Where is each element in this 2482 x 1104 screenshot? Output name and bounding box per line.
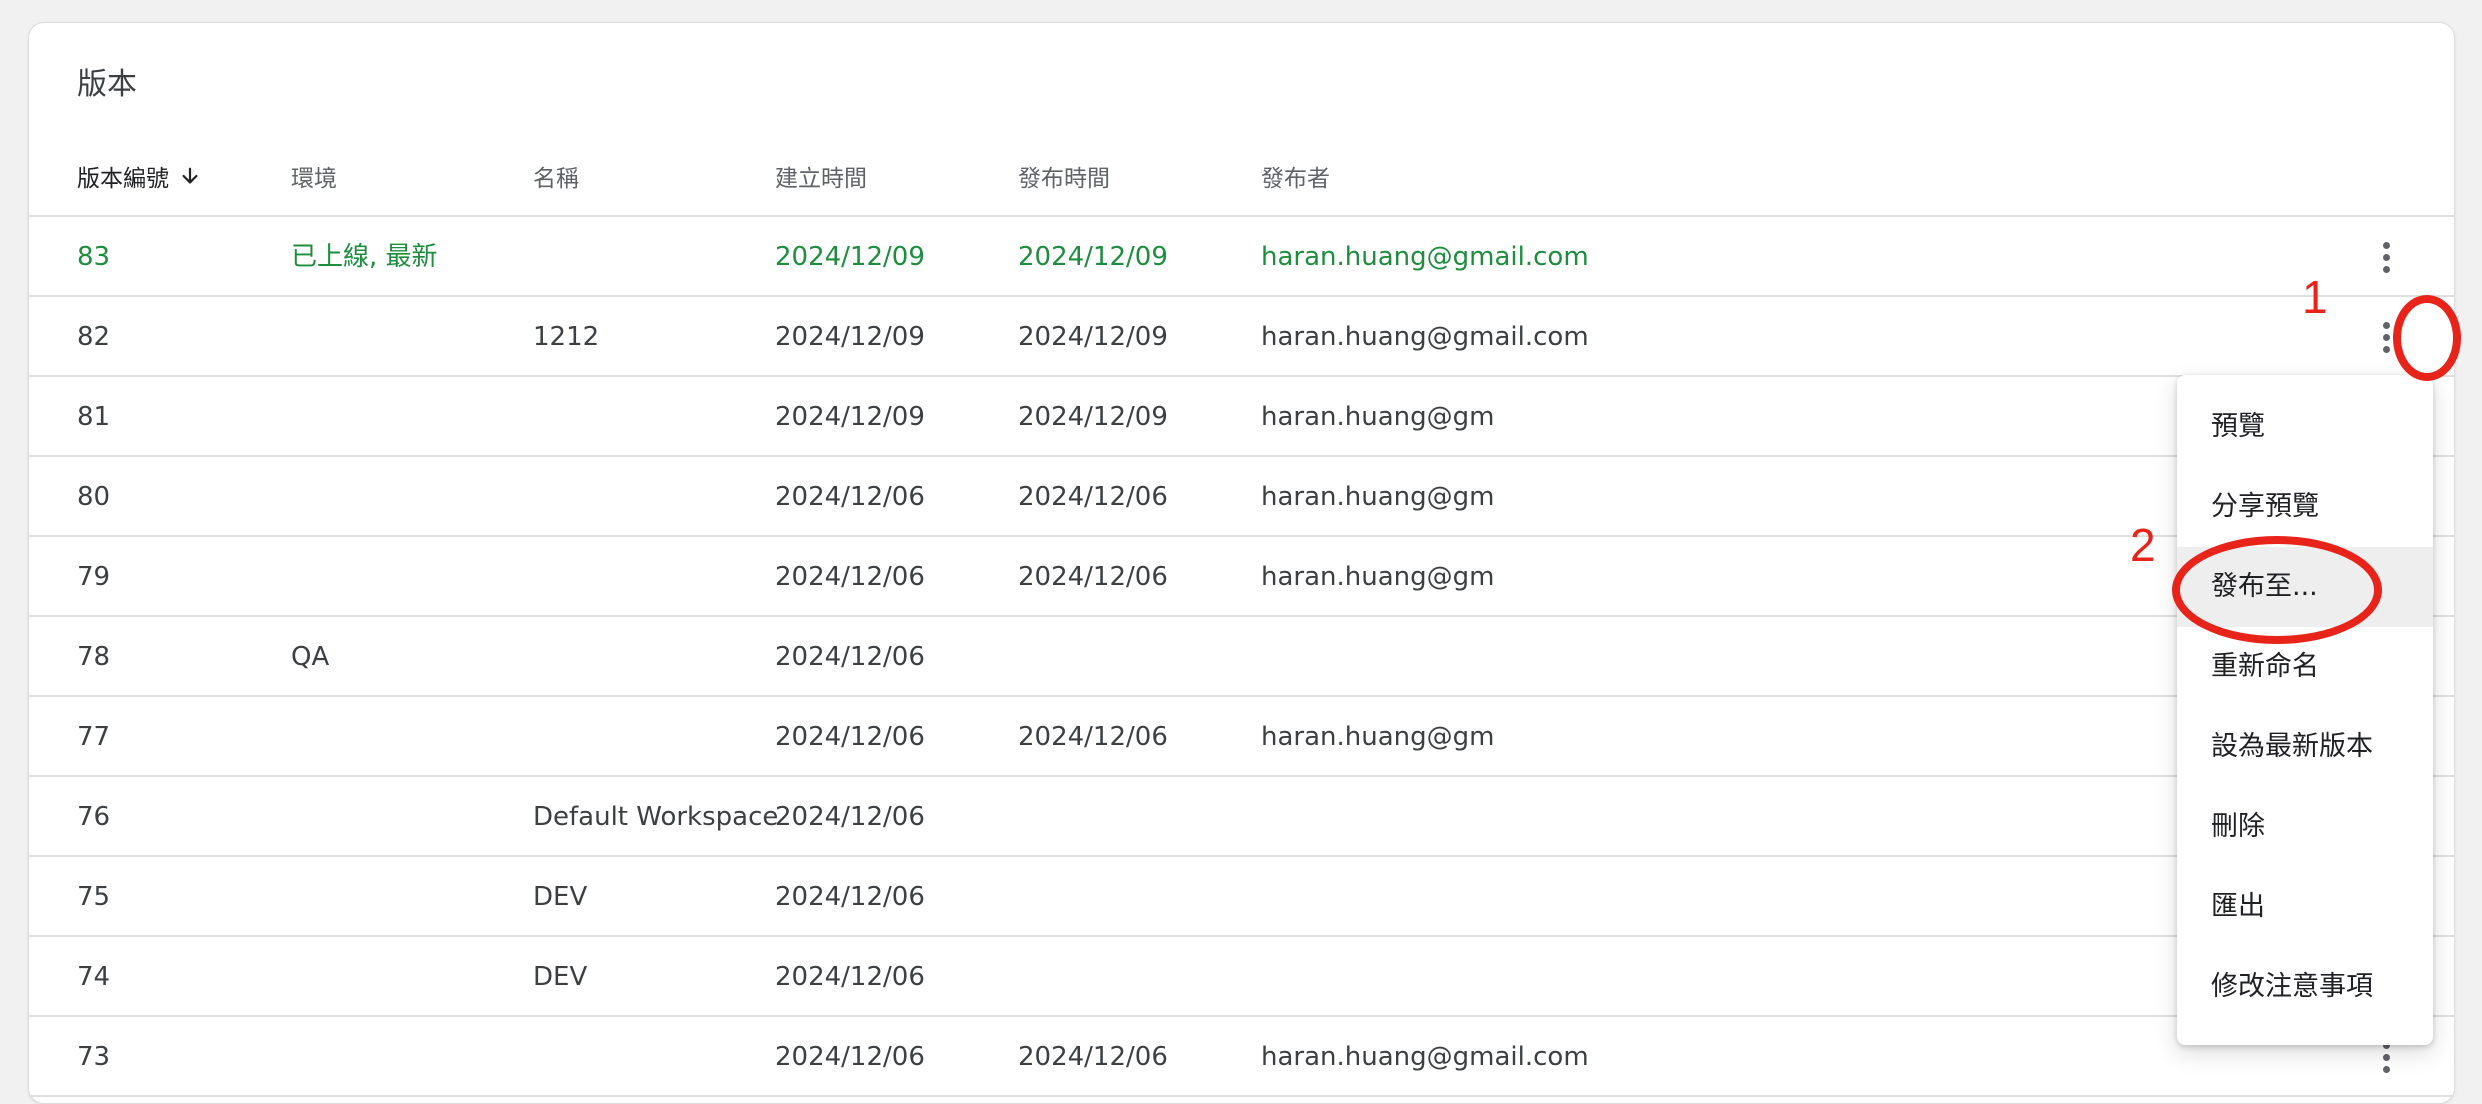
cell-publisher: haran.huang@gm: [1261, 402, 1495, 432]
table-row[interactable]: 77 2024/12/06 2024/12/06 haran.huang@gm: [29, 697, 2454, 777]
cell-publisher: haran.huang@gmail.com: [1261, 1042, 1589, 1072]
cell-version: 82: [77, 322, 111, 352]
column-header-publisher[interactable]: 發布者: [1261, 159, 1330, 199]
cell-published: 2024/12/09: [1018, 322, 1168, 352]
menu-item-publish-to[interactable]: 發布至...: [2177, 547, 2433, 627]
cell-env: 已上線, 最新: [291, 242, 438, 272]
cell-version: 81: [77, 402, 111, 432]
section-title: 版本: [77, 67, 137, 102]
cell-version: 77: [77, 722, 111, 752]
cell-publisher: haran.huang@gm: [1261, 482, 1495, 512]
menu-item-edit-notes[interactable]: 修改注意事項: [2177, 947, 2433, 1027]
arrow-down-icon: [179, 160, 201, 200]
more-vert-icon[interactable]: [2366, 317, 2406, 357]
cell-created: 2024/12/09: [775, 402, 925, 432]
menu-item-export[interactable]: 匯出: [2177, 867, 2433, 947]
cell-publisher: haran.huang@gm: [1261, 562, 1495, 592]
cell-version: 74: [77, 962, 111, 992]
cell-created: 2024/12/06: [775, 722, 925, 752]
cell-created: 2024/12/06: [775, 482, 925, 512]
menu-item-delete[interactable]: 刪除: [2177, 787, 2433, 867]
cell-published: 2024/12/09: [1018, 242, 1168, 272]
cell-created: 2024/12/06: [775, 642, 925, 672]
cell-created: 2024/12/06: [775, 962, 925, 992]
table-row[interactable]: 79 2024/12/06 2024/12/06 haran.huang@gm: [29, 537, 2454, 617]
column-header-version[interactable]: 版本編號: [77, 159, 201, 199]
cell-created: 2024/12/06: [775, 882, 925, 912]
cell-created: 2024/12/09: [775, 242, 925, 272]
table-row[interactable]: 75 DEV 2024/12/06: [29, 857, 2454, 937]
table-row[interactable]: 83 已上線, 最新 2024/12/09 2024/12/09 haran.huang…: [29, 217, 2454, 297]
cell-created: 2024/12/06: [775, 562, 925, 592]
cell-created: 2024/12/06: [775, 1042, 925, 1072]
table-row[interactable]: 73 2024/12/06 2024/12/06 haran.huang@gmail.…: [29, 1017, 2454, 1097]
cell-name: DEV: [533, 962, 588, 992]
table-row[interactable]: 80 2024/12/06 2024/12/06 haran.huang@gm: [29, 457, 2454, 537]
cell-published: 2024/12/06: [1018, 722, 1168, 752]
table-row[interactable]: 82 1212 2024/12/09 2024/12/09 haran.huang@gm…: [29, 297, 2454, 377]
cell-published: 2024/12/06: [1018, 482, 1168, 512]
column-header-env[interactable]: 環境: [291, 159, 337, 199]
menu-item-set-latest[interactable]: 設為最新版本: [2177, 707, 2433, 787]
column-header-published[interactable]: 發布時間: [1018, 159, 1110, 199]
cell-version: 79: [77, 562, 111, 592]
cell-name: DEV: [533, 882, 588, 912]
cell-name: 1212: [533, 322, 600, 352]
versions-card: 版本 版本編號 環境 名稱 建立時間 發布時間 發布者 83 已上線, 最新 202…: [28, 22, 2455, 1104]
table-row[interactable]: 78 QA 2024/12/06: [29, 617, 2454, 697]
table-row[interactable]: 74 DEV 2024/12/06: [29, 937, 2454, 1017]
cell-env: QA: [291, 642, 330, 672]
cell-created: 2024/12/06: [775, 802, 925, 832]
column-header-created[interactable]: 建立時間: [775, 159, 867, 199]
cell-published: 2024/12/06: [1018, 562, 1168, 592]
cell-version: 78: [77, 642, 111, 672]
cell-created: 2024/12/09: [775, 322, 925, 352]
cell-published: 2024/12/06: [1018, 1042, 1168, 1072]
column-header-label: 版本編號: [77, 166, 169, 192]
cell-published: 2024/12/09: [1018, 402, 1168, 432]
cell-version: 80: [77, 482, 111, 512]
menu-item-share-preview[interactable]: 分享預覽: [2177, 467, 2433, 547]
row-divider: [29, 1095, 2454, 1097]
annotation-number-2: 2: [2130, 519, 2156, 571]
table-row[interactable]: 81 2024/12/09 2024/12/09 haran.huang@gm: [29, 377, 2454, 457]
row-context-menu: 預覽 分享預覽 發布至... 重新命名 設為最新版本 刪除 匯出 修改注意事項: [2177, 375, 2433, 1045]
cell-version: 83: [77, 242, 111, 272]
menu-item-preview[interactable]: 預覽: [2177, 387, 2433, 467]
cell-name: Default Workspace: [533, 802, 779, 832]
table-row[interactable]: 76 Default Workspace 2024/12/06: [29, 777, 2454, 857]
cell-publisher: haran.huang@gmail.com: [1261, 322, 1589, 352]
annotation-number-1: 1: [2302, 271, 2328, 323]
cell-version: 73: [77, 1042, 111, 1072]
column-header-name[interactable]: 名稱: [533, 159, 579, 199]
cell-publisher: haran.huang@gm: [1261, 722, 1495, 752]
more-vert-icon[interactable]: [2366, 237, 2406, 277]
cell-version: 76: [77, 802, 111, 832]
menu-item-rename[interactable]: 重新命名: [2177, 627, 2433, 707]
cell-publisher: haran.huang@gmail.com: [1261, 242, 1589, 272]
cell-version: 75: [77, 882, 111, 912]
